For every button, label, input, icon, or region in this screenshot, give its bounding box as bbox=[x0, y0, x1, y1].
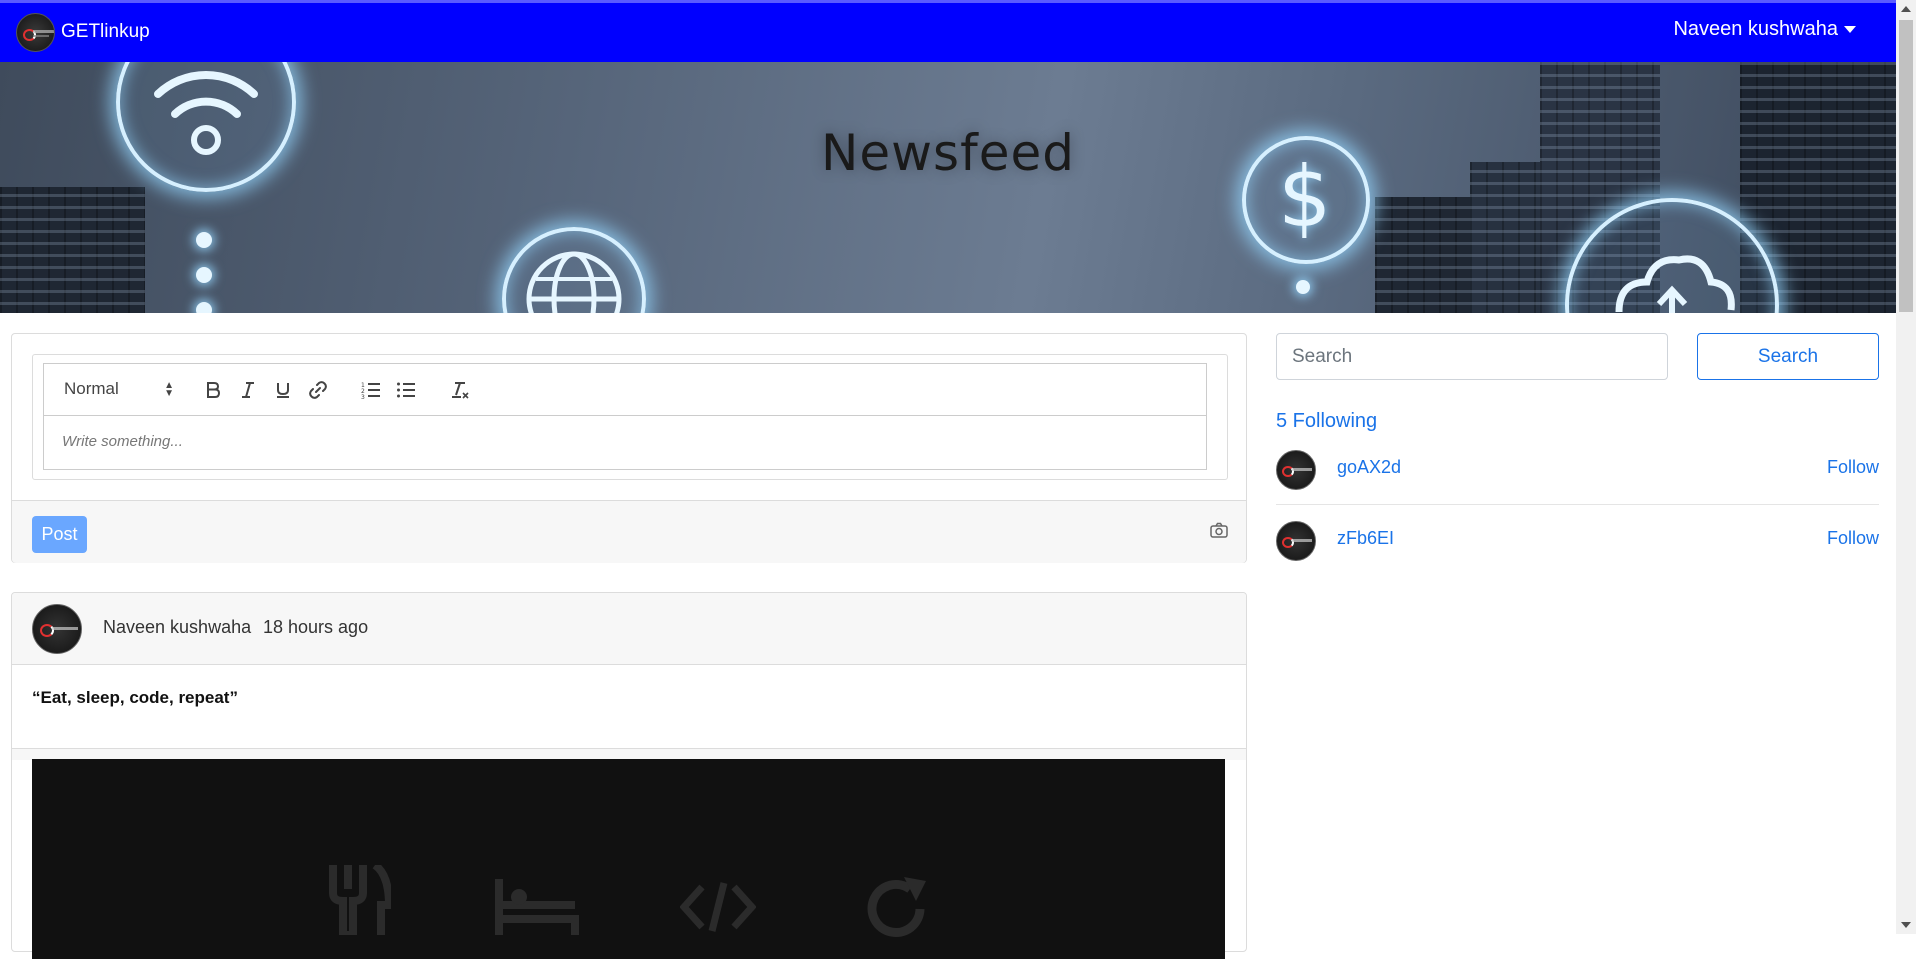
scroll-thumb[interactable] bbox=[1899, 20, 1913, 312]
user-menu-label: Naveen kushwaha bbox=[1673, 18, 1838, 40]
scroll-up-arrow-icon[interactable] bbox=[1901, 6, 1911, 12]
globe-icon bbox=[502, 227, 646, 313]
user-avatar[interactable] bbox=[1276, 450, 1316, 490]
page-title: Newsfeed bbox=[821, 124, 1075, 182]
composer-body: Normal ▲ ▼ 123 Write something... bbox=[12, 334, 1246, 500]
scroll-down-arrow-icon[interactable] bbox=[1901, 922, 1911, 928]
svg-text:3: 3 bbox=[361, 394, 365, 399]
editor-input[interactable]: Write something... bbox=[44, 416, 1206, 467]
wifi-dot bbox=[196, 232, 212, 248]
post-text: “Eat, sleep, code, repeat” bbox=[32, 688, 238, 707]
bold-icon[interactable] bbox=[201, 378, 225, 402]
rich-text-editor: Normal ▲ ▼ 123 Write something... bbox=[43, 363, 1207, 470]
post-header: Naveen kushwaha 18 hours ago bbox=[12, 593, 1246, 665]
brand-logo bbox=[16, 12, 55, 52]
post-button[interactable]: Post bbox=[32, 516, 87, 553]
repeat-icon bbox=[866, 877, 930, 946]
wifi-dot bbox=[196, 302, 212, 313]
top-navbar: GETlinkup Naveen kushwaha bbox=[0, 0, 1896, 62]
format-select-value: Normal bbox=[64, 379, 119, 398]
underline-icon[interactable] bbox=[271, 378, 295, 402]
building-mid2 bbox=[1470, 162, 1540, 313]
user-menu-dropdown[interactable]: Naveen kushwaha bbox=[1673, 18, 1856, 41]
following-item: zFb6EI Follow bbox=[1276, 521, 1879, 581]
italic-icon[interactable] bbox=[236, 378, 260, 402]
brand-link[interactable]: GETlinkup bbox=[16, 12, 150, 52]
author-avatar[interactable] bbox=[32, 604, 82, 654]
brand-name: GETlinkup bbox=[61, 21, 150, 42]
cloud-icon bbox=[1565, 198, 1779, 313]
wifi-dot bbox=[196, 267, 212, 283]
search-input[interactable] bbox=[1276, 333, 1668, 380]
newsfeed-banner: $ Newsfeed bbox=[0, 62, 1896, 313]
dollar-dot bbox=[1296, 280, 1310, 294]
code-icon bbox=[679, 881, 757, 938]
building-mid bbox=[1375, 197, 1470, 313]
post-timestamp: 18 hours ago bbox=[263, 617, 369, 637]
editor-wrapper: Normal ▲ ▼ 123 Write something... bbox=[32, 354, 1228, 480]
following-username[interactable]: zFb6EI bbox=[1337, 528, 1394, 549]
post-composer-card: Normal ▲ ▼ 123 Write something... Post bbox=[11, 333, 1247, 563]
bullet-list-icon[interactable] bbox=[394, 378, 418, 402]
post-author[interactable]: Naveen kushwaha bbox=[103, 617, 251, 638]
building-left bbox=[0, 187, 145, 313]
following-item: goAX2d Follow bbox=[1276, 450, 1879, 510]
clear-format-icon[interactable] bbox=[448, 378, 472, 402]
camera-icon[interactable] bbox=[1210, 522, 1228, 543]
following-count-heading[interactable]: 5 Following bbox=[1276, 410, 1377, 433]
user-avatar[interactable] bbox=[1276, 521, 1316, 561]
format-select[interactable]: Normal ▲ ▼ bbox=[64, 379, 174, 399]
editor-toolbar: Normal ▲ ▼ 123 bbox=[44, 364, 1206, 416]
search-button[interactable]: Search bbox=[1697, 333, 1879, 380]
page-scrollbar[interactable] bbox=[1896, 0, 1916, 934]
post-image[interactable] bbox=[32, 759, 1225, 959]
list-divider bbox=[1276, 504, 1879, 505]
ordered-list-icon[interactable]: 123 bbox=[359, 378, 383, 402]
composer-footer: Post bbox=[12, 500, 1246, 563]
feed-post-card: Naveen kushwaha 18 hours ago “Eat, sleep… bbox=[11, 592, 1247, 959]
fork-knife-icon bbox=[327, 861, 394, 940]
bed-icon bbox=[495, 879, 579, 940]
follow-button[interactable]: Follow bbox=[1827, 528, 1879, 549]
select-arrows-icon: ▲ ▼ bbox=[164, 380, 174, 399]
follow-button[interactable]: Follow bbox=[1827, 457, 1879, 478]
link-icon[interactable] bbox=[306, 378, 330, 402]
caret-down-icon bbox=[1844, 26, 1856, 33]
following-username[interactable]: goAX2d bbox=[1337, 457, 1401, 478]
